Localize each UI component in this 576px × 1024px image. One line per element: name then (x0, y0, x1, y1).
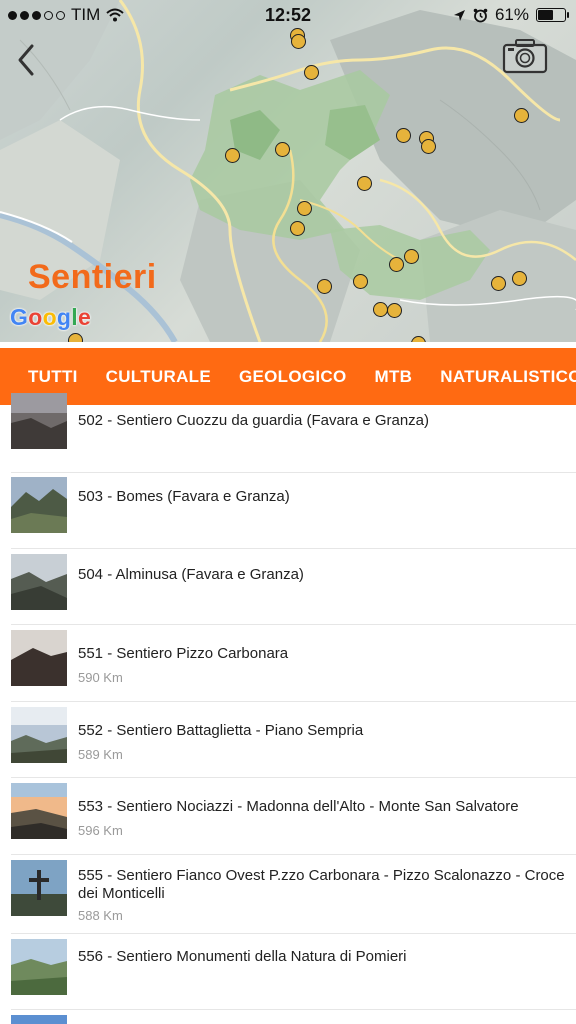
list-item[interactable]: 555 - Sentiero Fianco Ovest P.zzo Carbon… (0, 854, 576, 933)
map-marker[interactable] (387, 303, 402, 318)
map-marker[interactable] (297, 201, 312, 216)
trail-thumbnail (11, 477, 67, 533)
trail-distance: 589 Km (78, 747, 123, 762)
trail-thumbnail (11, 707, 67, 763)
location-arrow-icon (453, 9, 465, 21)
trail-thumbnail (11, 630, 67, 686)
tab-naturalistico[interactable]: NATURALISTICO (426, 367, 576, 387)
back-button[interactable] (12, 40, 42, 80)
camera-icon (502, 39, 548, 74)
list-item[interactable]: 553 - Sentiero Nociazzi - Madonna dell'A… (0, 777, 576, 854)
status-bar: TIM 12:52 61% (0, 0, 576, 30)
list-item[interactable]: 503 - Bomes (Favara e Granza) (0, 471, 576, 548)
tab-mtb[interactable]: MTB (361, 367, 427, 387)
trail-distance: 590 Km (78, 670, 123, 685)
trail-thumbnail (11, 393, 67, 449)
trail-title: 556 - Sentiero Monumenti della Natura di… (78, 948, 407, 965)
trail-title: 504 - Alminusa (Favara e Granza) (78, 566, 304, 583)
map-marker[interactable] (291, 34, 306, 49)
battery-level (538, 10, 553, 20)
signal-dots-icon (8, 10, 65, 20)
map-marker[interactable] (353, 274, 368, 289)
battery-percent: 61% (494, 5, 529, 24)
map-marker[interactable] (421, 139, 436, 154)
map-marker[interactable] (275, 142, 290, 157)
trail-distance: 588 Km (78, 908, 123, 923)
battery-icon (536, 8, 569, 22)
google-logo: Google (10, 304, 92, 330)
wifi-icon (106, 8, 124, 22)
trail-distance: 596 Km (78, 823, 123, 838)
map-marker[interactable] (389, 257, 404, 272)
trail-map[interactable]: TIM 12:52 61% Sentieri Google (0, 0, 576, 342)
list-item[interactable]: 552 - Sentiero Battaglietta - Piano Semp… (0, 701, 576, 777)
map-marker[interactable] (290, 221, 305, 236)
map-marker[interactable] (512, 271, 527, 286)
list-divider (11, 1009, 576, 1010)
trail-title: 553 - Sentiero Nociazzi - Madonna dell'A… (78, 798, 519, 815)
map-marker[interactable] (225, 148, 240, 163)
trail-thumbnail (11, 939, 67, 995)
tab-geologico[interactable]: GEOLOGICO (225, 367, 361, 387)
map-marker[interactable] (317, 279, 332, 294)
map-marker[interactable] (396, 128, 411, 143)
trail-thumbnail (11, 783, 67, 839)
map-marker[interactable] (491, 276, 506, 291)
alarm-icon (473, 8, 488, 22)
map-marker[interactable] (304, 65, 319, 80)
list-item[interactable]: 504 - Alminusa (Favara e Granza) (0, 548, 576, 624)
list-item[interactable]: 551 - Sentiero Pizzo Carbonara 590 Km (0, 624, 576, 701)
map-marker[interactable] (404, 249, 419, 264)
map-title: Sentieri (28, 258, 157, 296)
carrier-label: TIM (71, 5, 101, 24)
list-item[interactable]: 502 - Sentiero Cuozzu da guardia (Favara… (0, 393, 576, 469)
trail-thumbnail (11, 860, 67, 916)
chevron-left-icon (18, 44, 34, 76)
map-marker[interactable] (373, 302, 388, 317)
map-marker[interactable] (357, 176, 372, 191)
trail-title: 502 - Sentiero Cuozzu da guardia (Favara… (78, 412, 430, 429)
list-item[interactable]: 556 - Sentiero Monumenti della Natura di… (0, 933, 576, 1009)
trail-title: 555 - Sentiero Fianco Ovest P.zzo Carbon… (78, 867, 565, 902)
map-marker[interactable] (68, 333, 83, 342)
trail-title: 552 - Sentiero Battaglietta - Piano Semp… (78, 722, 364, 739)
trail-thumbnail (11, 554, 67, 610)
map-marker[interactable] (514, 108, 529, 123)
camera-button[interactable] (501, 37, 549, 75)
tab-tutti[interactable]: TUTTI (0, 367, 92, 387)
trail-thumbnail (11, 1013, 67, 1024)
tab-culturale[interactable]: CULTURALE (92, 367, 225, 387)
trail-title: 551 - Sentiero Pizzo Carbonara (78, 645, 289, 662)
trail-title: 503 - Bomes (Favara e Granza) (78, 488, 290, 505)
